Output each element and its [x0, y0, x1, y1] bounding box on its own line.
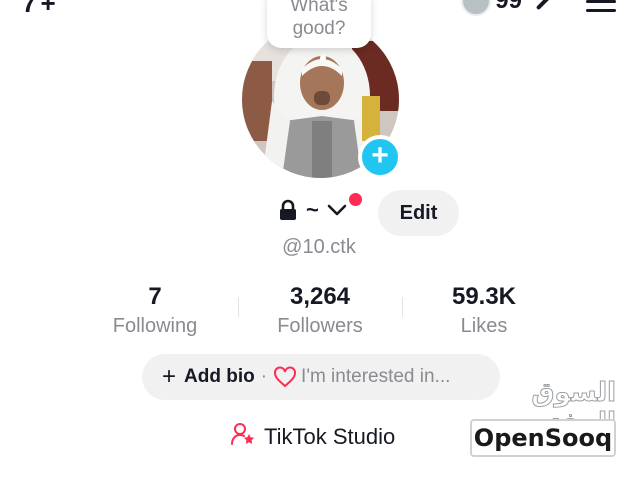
stat-likes[interactable]: 59.3K Likes	[424, 283, 544, 339]
bio-separator: ·	[260, 366, 268, 387]
bubble-tail	[320, 55, 326, 61]
lock-icon	[278, 199, 298, 221]
following-label: Following	[112, 315, 198, 337]
add-story-button[interactable]: +	[358, 135, 402, 179]
edit-profile-button[interactable]: Edit	[378, 190, 459, 236]
tiktok-studio-label: TikTok Studio	[264, 423, 396, 449]
stat-divider	[402, 297, 403, 317]
likes-count: 59.3K	[451, 283, 517, 310]
stat-followers[interactable]: 3,264 Followers	[260, 283, 380, 339]
interests-text: I'm interested in...	[301, 366, 451, 387]
likes-label: Likes	[460, 315, 508, 337]
stat-divider	[238, 297, 239, 317]
stat-following[interactable]: 7 Following	[95, 283, 215, 339]
display-name: ~	[306, 197, 319, 222]
top-right-actions: 99	[461, 0, 616, 16]
menu-icon[interactable]	[586, 0, 616, 12]
watermark-opensooq: OpenSooq	[470, 419, 616, 457]
username: @10.ctk	[282, 236, 356, 258]
heart-outline-icon	[273, 366, 297, 388]
following-count: 7	[148, 283, 162, 310]
plus-icon: +	[371, 138, 389, 172]
top-left-fragment[interactable]: 7+	[22, 0, 60, 19]
note-bubble[interactable]: What's good?	[267, 0, 371, 48]
tiktok-studio-link[interactable]: TikTok Studio	[230, 421, 395, 452]
account-switcher-avatar[interactable]	[461, 0, 492, 16]
person-star-icon	[230, 421, 256, 452]
edit-pen-icon[interactable]	[535, 0, 555, 11]
note-line-1: What's	[290, 0, 348, 16]
add-bio-button[interactable]: + Add bio · I'm interested in...	[142, 354, 500, 400]
notification-dot	[349, 193, 362, 206]
plus-icon: +	[162, 363, 177, 390]
add-bio-label: Add bio	[184, 366, 255, 387]
name-row[interactable]: ~	[278, 197, 347, 223]
followers-label: Followers	[277, 315, 363, 337]
note-line-2: good?	[292, 18, 346, 39]
chevron-down-icon[interactable]	[327, 203, 347, 217]
followers-count: 3,264	[289, 283, 351, 310]
quote-fragment: 99	[495, 0, 522, 14]
